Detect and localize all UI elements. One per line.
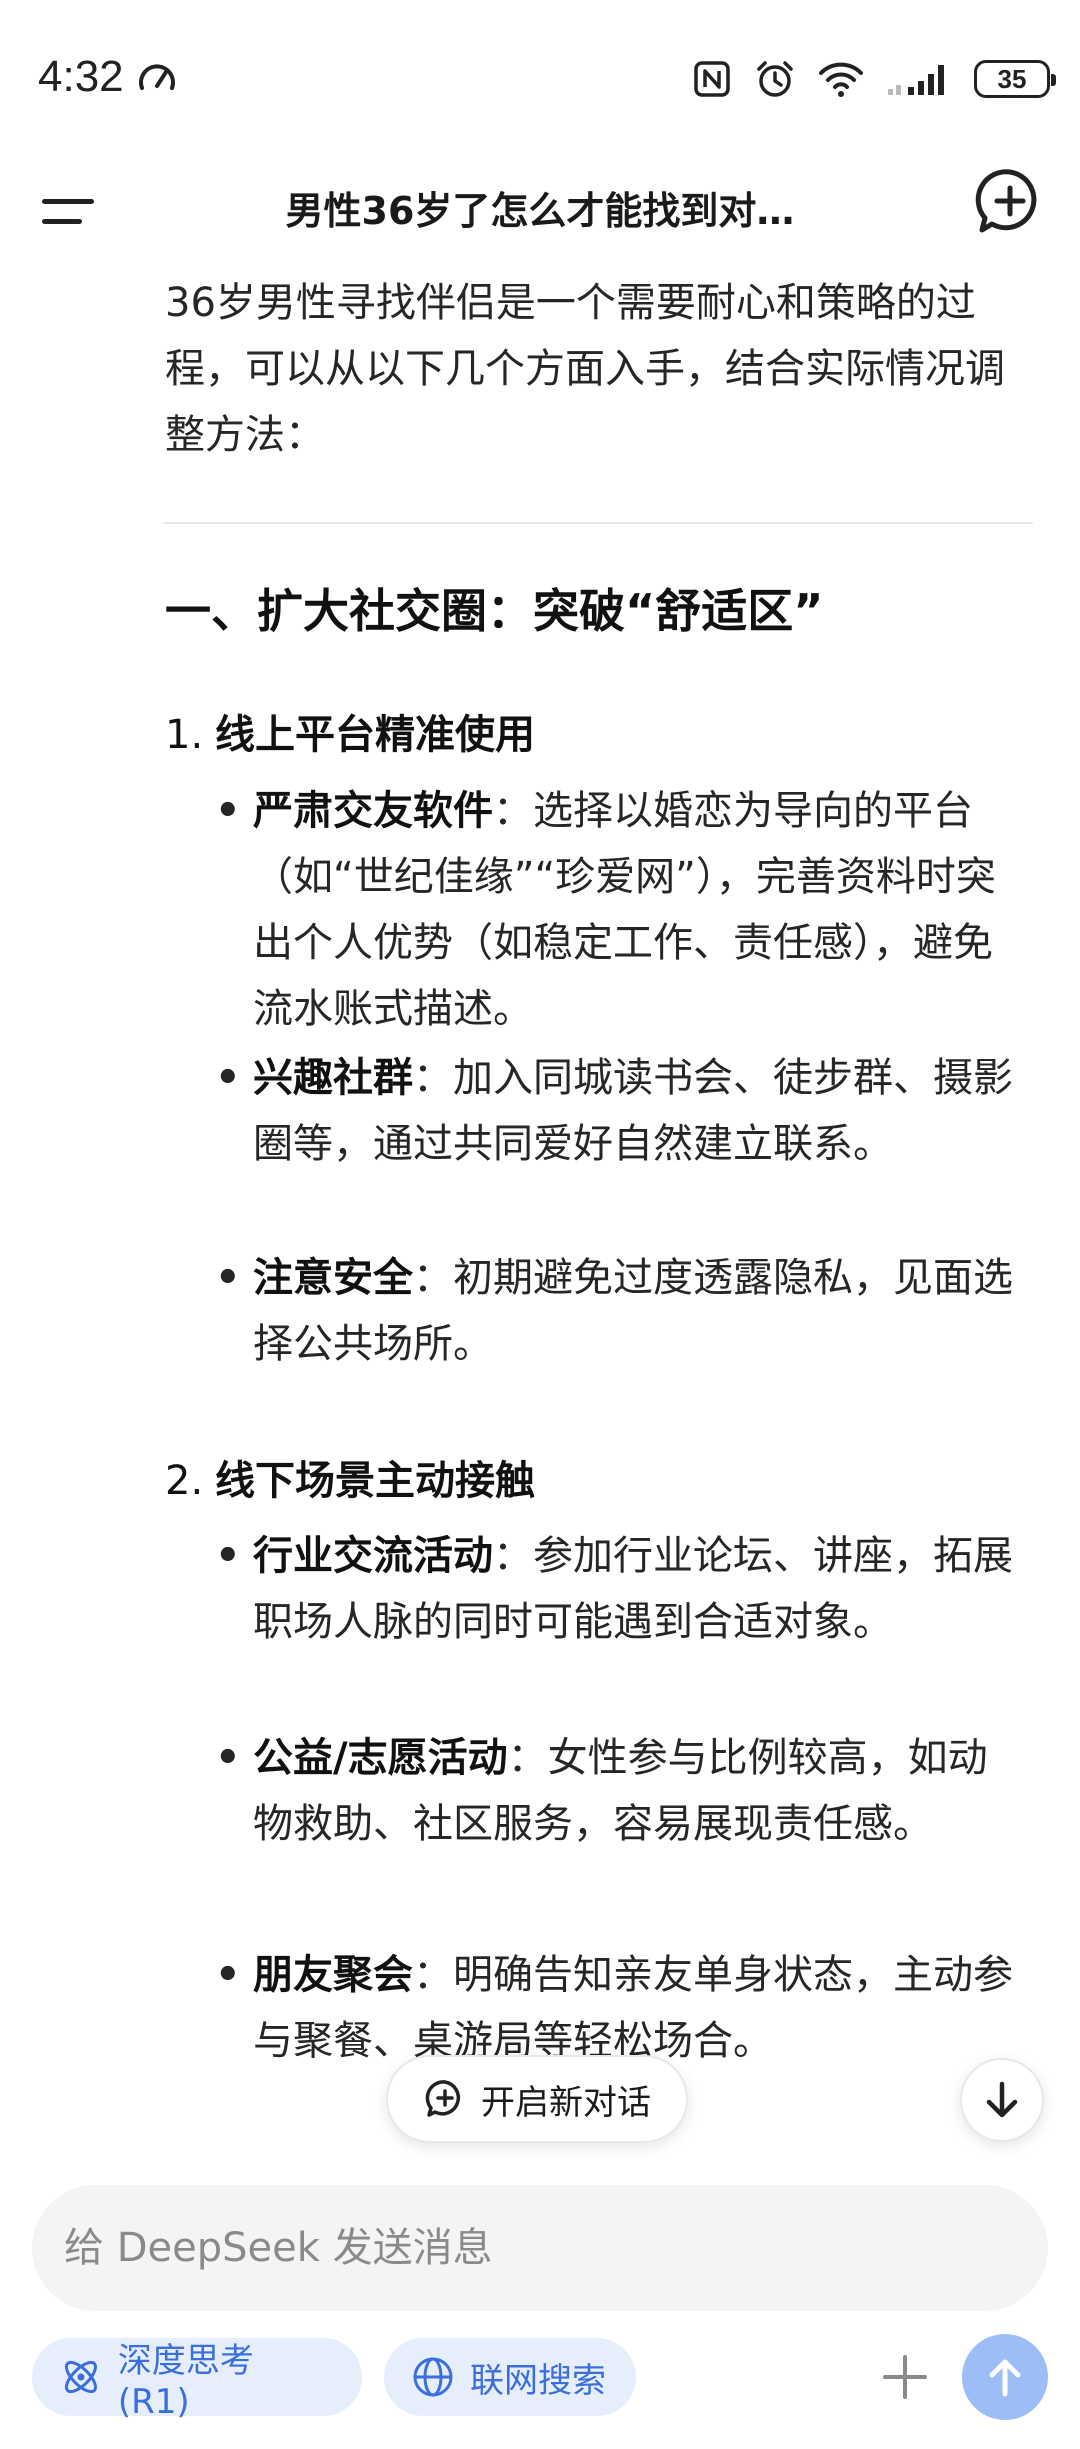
arrow-down-icon [986,2081,1018,2118]
item-title: 线下场景主动接触 [215,1458,535,1504]
speed-icon [139,64,175,90]
bullet-label: 行业交流活动 [253,1533,493,1579]
new-chat-pill-button[interactable]: 开启新对话 [386,2055,688,2143]
attach-button[interactable] [868,2340,942,2414]
app-header: 男性36岁了怎么才能找到对… [0,150,1080,270]
deep-think-label: 深度思考 (R1) [117,2340,254,2422]
menu-button[interactable] [38,175,108,245]
web-search-toggle[interactable]: 联网搜索 [384,2338,636,2416]
list-item: • 行业交流活动：参加行业论坛、讲座，拓展职场人脉的同时可能遇到合适对象。 [215,1533,1013,1645]
numbered-item-2: 2. 线下场景主动接触 [165,1448,535,1506]
status-icons: 35 [692,58,1056,100]
bullet-label: 朋友聚会 [253,1952,413,1998]
list-item: • 严肃交友软件：选择以婚恋为导向的平台（如“世纪佳缘”“珍爱网”），完善资料时… [215,788,996,1032]
status-bar: 4:32 35 [0,0,1080,150]
message-input-box [32,2185,1048,2311]
bullet-label: 兴趣社群 [253,1055,413,1101]
menu-icon [42,199,94,204]
arrow-up-icon [989,2359,1021,2397]
divider [163,522,1033,524]
chat-plus-icon [425,2080,461,2117]
plus-icon [883,2355,927,2399]
message-area: 36岁男性寻找伴侣是一个需要耐心和策略的过程，可以从以下几个方面入手，结合实际情… [0,270,1080,2120]
bullet-label: 注意安全 [253,1255,413,1301]
signal-icon [888,65,944,95]
list-item: • 注意安全：初期避免过度透露隐私，见面选择公共场所。 [215,1255,1013,1367]
atom-icon [64,2360,97,2394]
list-item: • 兴趣社群：加入同城读书会、徒步群、摄影圈等，通过共同爱好自然建立联系。 [215,1055,1013,1167]
chat-title[interactable]: 男性36岁了怎么才能找到对… [150,180,930,235]
message-input[interactable] [64,2185,1004,2311]
section-heading: 一、扩大社交圈：突破“舒适区” [165,584,824,638]
wifi-icon [819,62,863,97]
status-time: 4:32 [38,52,124,101]
item-number: 2. [165,1458,204,1504]
nfc-icon [694,61,730,97]
list-item: • 公益/志愿活动：女性参与比例较高，如动物救助、社区服务，容易展现责任感。 [215,1735,988,1847]
intro-paragraph: 36岁男性寻找伴侣是一个需要耐心和策略的过程，可以从以下几个方面入手，结合实际情… [165,280,1005,458]
alarm-icon [757,61,793,97]
bullet-label: 公益/志愿活动 [253,1735,508,1781]
item-number: 1. [165,712,204,758]
web-search-label: 联网搜索 [470,2360,606,2401]
numbered-item-1: 1. 线上平台精准使用 [165,702,535,760]
globe-icon [413,2357,453,2397]
item-title: 线上平台精准使用 [215,712,535,758]
new-chat-label: 开启新对话 [481,2082,651,2123]
scroll-to-bottom-button[interactable] [960,2058,1044,2142]
new-chat-button[interactable] [970,162,1050,242]
battery-icon: 35 [974,60,1056,98]
bullet-label: 严肃交友软件 [253,788,493,834]
send-button[interactable] [962,2334,1048,2420]
deep-think-toggle[interactable]: 深度思考 (R1) [32,2338,362,2422]
